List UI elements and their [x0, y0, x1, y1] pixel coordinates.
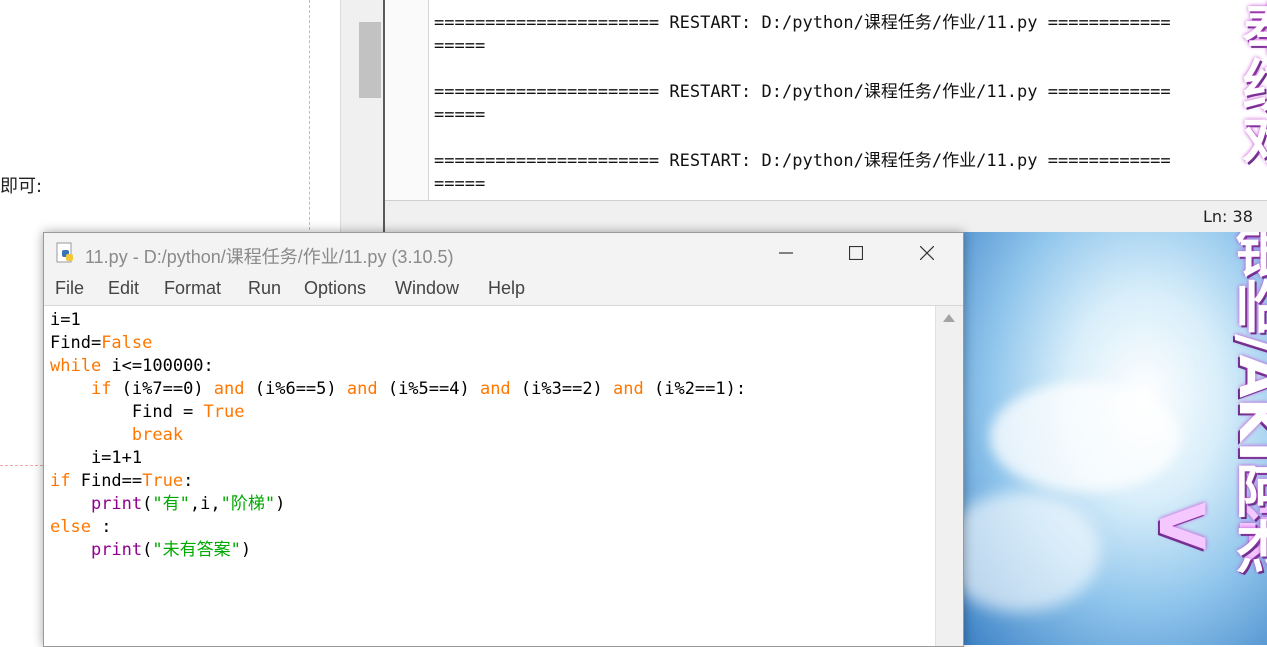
menu-file[interactable]: File: [55, 278, 84, 299]
menu-help[interactable]: Help: [488, 278, 525, 299]
shell-output-line: =====: [434, 36, 486, 56]
cloud: [990, 382, 1180, 492]
code-token: :: [90, 517, 112, 537]
code-line: print("有",i,"阶梯"): [50, 493, 746, 516]
shell-output-line: =====: [434, 174, 486, 194]
code-token: (: [142, 540, 153, 560]
code-token: (: [142, 494, 153, 514]
menu-options[interactable]: Options: [304, 278, 366, 299]
menu-format[interactable]: Format: [164, 278, 221, 299]
menu-window[interactable]: Window: [395, 278, 459, 299]
code-token: Find==: [70, 471, 143, 491]
code-line: Find=False: [50, 332, 746, 355]
scroll-up-arrow-icon[interactable]: [943, 314, 955, 322]
editor-scrollbar[interactable]: [935, 306, 963, 646]
keyword-token: True: [142, 471, 184, 491]
keyword-token: and: [479, 379, 511, 399]
lyric-text-top: 奉纺戏: [1233, 0, 1267, 168]
code-token: Find =: [50, 402, 204, 422]
shell-output-line: [434, 127, 1171, 150]
keyword-token: True: [203, 402, 245, 422]
code-line: if Find==True:: [50, 470, 746, 493]
code-token: Find=: [50, 333, 102, 353]
keyword-token: else: [50, 517, 91, 537]
shell-status-bar: Ln: 38: [385, 200, 1267, 233]
scrollbar-thumb[interactable]: [359, 22, 381, 98]
code-line: else :: [50, 516, 746, 539]
code-token: ): [240, 540, 252, 560]
minimize-icon: [779, 252, 793, 254]
document-text-fragment: 即可:: [0, 176, 43, 197]
margin-guide: [0, 465, 43, 466]
title-bar[interactable]: 11.py - D:/python/课程任务/作业/11.py (3.10.5): [44, 233, 963, 273]
shell-output-line: ====================== RESTART: D:/pytho…: [434, 13, 1171, 33]
code-token: (i%2==1):: [643, 379, 747, 399]
shell-gutter: [385, 0, 429, 200]
keyword-token: while: [50, 356, 102, 376]
keyword-token: False: [101, 333, 153, 353]
code-token: (i%7==0): [111, 379, 214, 399]
menu-edit[interactable]: Edit: [108, 278, 139, 299]
code-token: i=1: [50, 310, 81, 330]
code-token: i<=100000:: [101, 356, 214, 376]
keyword-token: if: [90, 379, 112, 399]
idle-editor-window: 11.py - D:/python/课程任务/作业/11.py (3.10.5)…: [43, 232, 964, 647]
close-button[interactable]: [892, 233, 962, 273]
keyword-token: and: [213, 379, 245, 399]
string-token: "有": [152, 494, 190, 514]
lyric-text-right: 银临/AKI阿杰: [1226, 232, 1267, 575]
builtin-token: print: [90, 540, 143, 560]
code-token: (i%6==5): [244, 379, 347, 399]
code-token: ): [275, 494, 286, 514]
python-file-icon: [56, 242, 76, 264]
keyword-token: if: [50, 471, 71, 491]
minimize-button[interactable]: [751, 233, 821, 273]
maximize-icon: [849, 246, 863, 260]
menu-bar: File Edit Format Run Options Window Help: [44, 273, 963, 306]
builtin-token: print: [90, 494, 143, 514]
shell-output-line: ====================== RESTART: D:/pytho…: [434, 151, 1171, 171]
code-line: while i<=100000:: [50, 355, 746, 378]
shell-output-line: ====================== RESTART: D:/pytho…: [434, 82, 1171, 102]
code-line: print("未有答案"): [50, 539, 746, 562]
keyword-token: and: [346, 379, 378, 399]
code-line: if (i%7==0) and (i%6==5) and (i%5==4) an…: [50, 378, 746, 401]
shell-output-line: [434, 58, 1171, 81]
margin-guide: [309, 0, 310, 240]
shell-output[interactable]: ====================== RESTART: D:/pytho…: [434, 12, 1171, 196]
maximize-button[interactable]: [821, 233, 891, 273]
line-number-status: Ln: 38: [1203, 207, 1253, 226]
close-icon: [920, 246, 934, 260]
keyword-token: break: [131, 425, 184, 445]
code-token: ,i,: [189, 494, 221, 514]
code-line: i=1+1: [50, 447, 746, 470]
keyword-token: and: [613, 379, 644, 399]
document-scrollbar[interactable]: [340, 0, 383, 240]
code-editor[interactable]: i=1 Find=False while i<=100000: if (i%7==0…: [50, 309, 746, 562]
code-token: (i%5==4): [377, 379, 480, 399]
code-line: i=1: [50, 309, 746, 332]
code-token: i=1+1: [50, 448, 143, 468]
code-line: break: [50, 424, 746, 447]
code-token: (i%3==2): [510, 379, 614, 399]
string-token: "阶梯": [220, 494, 276, 514]
code-line: Find = True: [50, 401, 746, 424]
desktop-wallpaper: 词：V 银临/AKI阿杰: [960, 232, 1267, 645]
string-token: "未有答案": [152, 540, 241, 560]
menu-run[interactable]: Run: [248, 278, 281, 299]
window-title: 11.py - D:/python/课程任务/作业/11.py (3.10.5): [85, 247, 454, 267]
python-shell-window: ====================== RESTART: D:/pytho…: [383, 0, 1267, 233]
code-token: :: [183, 471, 194, 491]
shell-output-line: =====: [434, 105, 486, 125]
cloud: [960, 492, 1100, 612]
